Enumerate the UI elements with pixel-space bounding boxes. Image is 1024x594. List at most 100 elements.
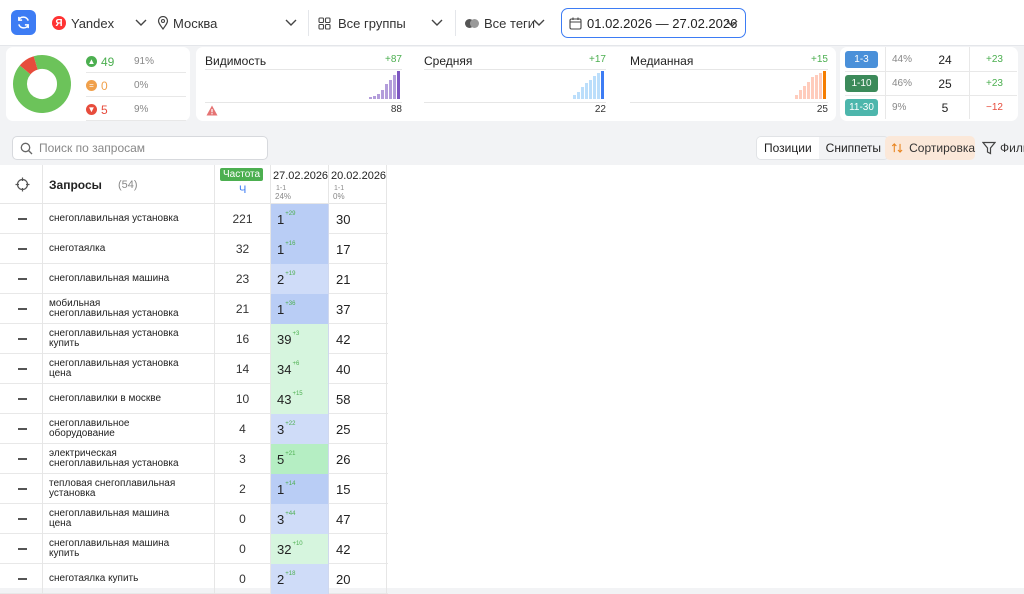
sparkline-bar: [385, 84, 388, 99]
sort-button[interactable]: Сортировка: [885, 136, 975, 160]
minus-icon[interactable]: [18, 338, 27, 340]
minus-icon[interactable]: [18, 518, 27, 520]
minus-icon[interactable]: [18, 578, 27, 580]
table-row[interactable]: снегоплавильная машина купить 0 32 +10 42: [0, 534, 388, 564]
frequency-cell: 0: [215, 564, 271, 594]
range-row[interactable]: 11-30 9% 5 −12: [845, 95, 1017, 119]
minus-icon[interactable]: [18, 458, 27, 460]
query-line-2: снегоплавильная установка: [49, 458, 179, 469]
row-select-cell[interactable]: [0, 504, 43, 534]
date1-label: 27.02.2026: [273, 170, 329, 182]
tab-snippets[interactable]: Сниппеты: [819, 137, 888, 159]
engine-select[interactable]: Я Yandex: [52, 11, 148, 35]
table-row[interactable]: снегоплавилки в москве 10 43 +15 58: [0, 384, 388, 414]
minus-icon[interactable]: [18, 248, 27, 250]
date2-header[interactable]: 20.02.2026 1-1 0%: [329, 165, 387, 204]
frequency-badge[interactable]: Частота: [220, 168, 264, 181]
sparkline-bar: [807, 82, 810, 99]
warning-icon[interactable]: [206, 105, 218, 116]
row-select-cell[interactable]: [0, 204, 43, 234]
date1-header[interactable]: 27.02.2026 1-1 24%: [271, 165, 329, 204]
stat-pct: 9%: [134, 104, 149, 115]
query-text: снегоплавильная машина: [49, 274, 169, 284]
queries-header-label: Запросы: [49, 178, 102, 192]
table-row[interactable]: снегоплавильное оборудование 4 3 +22 25: [0, 414, 388, 444]
previous-position-cell: 37: [329, 294, 387, 324]
range-badge[interactable]: 1-3: [845, 51, 878, 68]
table-row[interactable]: снегоплавильная установка купить 16 39 +3 42: [0, 324, 388, 354]
query-cell: снегоплавильная установка: [43, 204, 215, 234]
table-row[interactable]: снеготаялка купить 0 2 +18 20: [0, 564, 388, 594]
calendar-icon: [569, 17, 582, 30]
tags-select[interactable]: Все теги: [464, 11, 548, 35]
range-badge[interactable]: 1-10: [845, 75, 878, 92]
date1-range: 1-1: [276, 185, 287, 192]
table-row[interactable]: снеготаялка 32 1 +16 17: [0, 234, 388, 264]
sparkline-bar: [803, 86, 806, 99]
frequency-type[interactable]: Ч: [239, 184, 246, 196]
tab-positions[interactable]: Позиции: [757, 137, 819, 159]
range-badge[interactable]: 11-30: [845, 99, 878, 116]
position-delta: +14: [285, 481, 296, 487]
sparkline-bar: [823, 71, 826, 99]
range-delta: −12: [986, 102, 1003, 113]
crosshair-icon[interactable]: [15, 177, 30, 192]
table-row[interactable]: снегоплавильная машина цена 0 3 +44 47: [0, 504, 388, 534]
range-row[interactable]: 1-10 46% 25 +23: [845, 71, 1017, 96]
row-select-cell[interactable]: [0, 234, 43, 264]
position-value: 3: [277, 511, 285, 527]
range-divider: [969, 71, 970, 95]
minus-icon[interactable]: [18, 278, 27, 280]
metric-sparkline: [369, 71, 400, 99]
minus-icon[interactable]: [18, 398, 27, 400]
table-row[interactable]: тепловая снегоплавильная установка 2 1 +14 15: [0, 474, 388, 504]
region-select[interactable]: Москва: [157, 11, 299, 35]
minus-icon[interactable]: [18, 488, 27, 490]
table-row[interactable]: снегоплавильная установка 221 1 +29 30: [0, 204, 388, 234]
minus-icon[interactable]: [18, 218, 27, 220]
row-select-cell[interactable]: [0, 294, 43, 324]
row-select-cell[interactable]: [0, 534, 43, 564]
table-row[interactable]: электрическая снегоплавильная установка 3 5…: [0, 444, 388, 474]
frequency-cell: 3: [215, 444, 271, 474]
sparkline-bar: [397, 71, 400, 99]
date-range-picker[interactable]: 01.02.2026 — 27.02.2026: [561, 8, 746, 38]
filter-button[interactable]: Фильтры: [982, 136, 1024, 160]
minus-icon[interactable]: [18, 428, 27, 430]
minus-icon[interactable]: [18, 548, 27, 550]
row-select-cell[interactable]: [0, 414, 43, 444]
row-select-cell[interactable]: [0, 564, 43, 594]
table-row[interactable]: снегоплавильная установка цена 14 34 +6 40: [0, 354, 388, 384]
groups-select[interactable]: Все группы: [318, 11, 446, 35]
query-line-1: снегоплавилки в москве: [49, 393, 162, 404]
donut-slice-down: [19, 56, 39, 75]
query-text: снегоплавильная машина купить: [49, 539, 169, 559]
search-input[interactable]: Поиск по запросам: [39, 141, 145, 155]
select-all-cell[interactable]: [0, 165, 43, 204]
minus-icon[interactable]: [18, 368, 27, 370]
search-box[interactable]: Поиск по запросам: [12, 136, 268, 160]
metric-divider: [424, 69, 606, 70]
position-delta: +18: [285, 571, 296, 577]
row-select-cell[interactable]: [0, 384, 43, 414]
table-row[interactable]: мобильная снегоплавильная установка 21 1 +36…: [0, 294, 388, 324]
row-select-cell[interactable]: [0, 444, 43, 474]
frequency-header[interactable]: Частота Ч: [215, 165, 271, 204]
row-select-cell[interactable]: [0, 264, 43, 294]
minus-icon[interactable]: [18, 308, 27, 310]
metric-divider: [630, 69, 828, 70]
row-select-cell[interactable]: [0, 354, 43, 384]
range-pct: 44%: [892, 54, 913, 65]
query-cell: снегоплавильная машина цена: [43, 504, 215, 534]
metric-title: Видимость: [205, 54, 267, 68]
sparkline-bar: [815, 75, 818, 99]
metric-baseline: [424, 102, 606, 103]
range-row[interactable]: 1-3 44% 24 +23: [845, 47, 1017, 72]
refresh-button[interactable]: [11, 10, 36, 35]
table-row[interactable]: снегоплавильная машина 23 2 +19 21: [0, 264, 388, 294]
previous-position-cell: 42: [329, 324, 387, 354]
queries-header[interactable]: Запросы (54): [43, 165, 215, 204]
date2-range: 1-1: [334, 185, 345, 192]
row-select-cell[interactable]: [0, 324, 43, 354]
row-select-cell[interactable]: [0, 474, 43, 504]
